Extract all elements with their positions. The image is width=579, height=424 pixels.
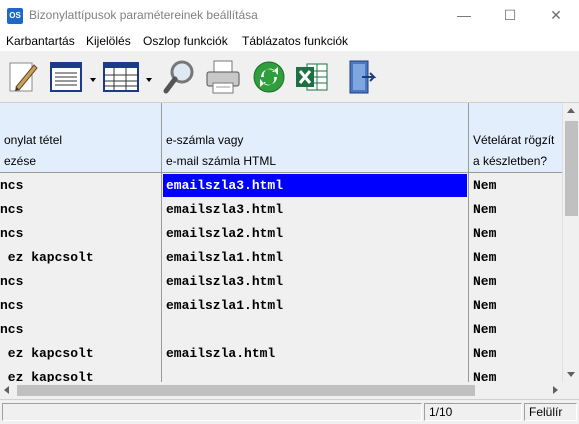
exit-door-icon[interactable] — [342, 57, 380, 97]
cell-e-szamla[interactable]: emailszla2.html — [163, 222, 467, 246]
table-row[interactable]: ncs emailszla1.html Nem — [0, 294, 562, 318]
cell-e-szamla[interactable]: emailszla3.html — [163, 270, 467, 294]
table-row[interactable]: ncs emailszla2.html Nem — [0, 222, 562, 246]
cell-bizonylat-tetel[interactable]: ncs — [0, 198, 160, 222]
cell-bizonylat-tetel[interactable]: ez kapcsolt — [0, 366, 160, 382]
maximize-button[interactable]: ☐ — [487, 0, 533, 31]
print-icon[interactable] — [204, 57, 242, 97]
column-header-bizonylat-tetel[interactable]: onylat tétel ezése — [0, 103, 162, 173]
cell-vetelar[interactable]: Nem — [470, 294, 562, 318]
table-row[interactable]: ncs emailszla3.html Nem — [0, 174, 562, 198]
menu-oszlop-funkciok[interactable]: Oszlop funkciók — [143, 34, 228, 48]
data-grid: onylat tétel ezése e-számla vagy e-mail … — [0, 103, 562, 382]
title-bar: OS Bizonylattípusok paramétereinek beáll… — [0, 0, 579, 31]
cell-e-szamla[interactable]: emailszla3.html — [163, 174, 467, 197]
cell-bizonylat-tetel[interactable]: ncs — [0, 270, 160, 294]
menu-bar: Karbantartás Kijelölés Oszlop funkciók T… — [0, 31, 579, 51]
cell-bizonylat-tetel[interactable]: ez kapcsolt — [0, 342, 160, 366]
status-message — [2, 403, 422, 421]
cell-vetelar[interactable]: Nem — [470, 246, 562, 270]
header-line: ezése — [4, 154, 37, 168]
cell-bizonylat-tetel[interactable]: ncs — [0, 222, 160, 246]
table-row[interactable]: ncs emailszla3.html Nem — [0, 198, 562, 222]
cell-vetelar[interactable]: Nem — [470, 318, 562, 342]
table-row[interactable]: ez kapcsolt Nem — [0, 366, 562, 382]
app-icon: OS — [7, 8, 23, 24]
menu-kijeloles[interactable]: Kijelölés — [86, 34, 131, 48]
header-line: e-mail számla HTML — [166, 154, 277, 168]
table-view-icon[interactable] — [102, 57, 140, 97]
header-line: e-számla vagy — [166, 133, 244, 147]
cell-bizonylat-tetel[interactable]: ncs — [0, 318, 160, 342]
cell-e-szamla[interactable]: emailszla1.html — [163, 294, 467, 318]
header-line: a készletben? — [473, 154, 548, 168]
cell-vetelar[interactable]: Nem — [470, 366, 562, 382]
cell-e-szamla[interactable]: emailszla.html — [163, 342, 467, 366]
minimize-button[interactable]: — — [441, 0, 487, 31]
toolbar — [0, 52, 579, 103]
record-counter: 1/10 — [424, 403, 522, 421]
cell-bizonylat-tetel[interactable]: ncs — [0, 174, 160, 198]
form-view-icon[interactable] — [48, 57, 86, 97]
menu-tablazatos-funkciok[interactable]: Táblázatos funkciók — [242, 34, 348, 48]
header-line: onylat tétel — [4, 133, 63, 147]
cell-vetelar[interactable]: Nem — [470, 270, 562, 294]
edit-pencil-icon[interactable] — [4, 57, 42, 97]
refresh-icon[interactable] — [250, 57, 288, 97]
table-view-dropdown-icon[interactable] — [145, 72, 153, 82]
table-row[interactable]: ez kapcsolt emailszla.html Nem — [0, 342, 562, 366]
cell-e-szamla[interactable]: emailszla3.html — [163, 198, 467, 222]
cell-vetelar[interactable]: Nem — [470, 174, 562, 198]
excel-export-icon[interactable] — [293, 57, 331, 97]
cell-bizonylat-tetel[interactable]: ncs — [0, 294, 160, 318]
cell-bizonylat-tetel[interactable]: ez kapcsolt — [0, 246, 160, 270]
cell-vetelar[interactable]: Nem — [470, 222, 562, 246]
table-row[interactable]: ncs Nem — [0, 318, 562, 342]
table-row[interactable]: ez kapcsolt emailszla1.html Nem — [0, 246, 562, 270]
vertical-scrollbar[interactable] — [562, 103, 579, 382]
window-title: Bizonylattípusok paramétereinek beállítá… — [29, 8, 258, 22]
edit-mode: Felülír — [524, 403, 577, 421]
cell-e-szamla[interactable] — [163, 318, 467, 342]
column-header-vetelar[interactable]: Vételárat rögzít a készletben? — [469, 103, 562, 173]
cell-vetelar[interactable]: Nem — [470, 342, 562, 366]
cell-e-szamla[interactable] — [163, 366, 467, 382]
menu-karbantartas[interactable]: Karbantartás — [6, 34, 75, 48]
close-button[interactable]: ✕ — [533, 0, 579, 31]
column-header-e-szamla[interactable]: e-számla vagy e-mail számla HTML — [162, 103, 469, 173]
table-row[interactable]: ncs emailszla3.html Nem — [0, 270, 562, 294]
status-bar: 1/10 Felülír — [0, 399, 579, 424]
search-magnifier-icon[interactable] — [161, 57, 199, 97]
form-view-dropdown-icon[interactable] — [89, 72, 97, 82]
cell-vetelar[interactable]: Nem — [470, 198, 562, 222]
cell-e-szamla[interactable]: emailszla1.html — [163, 246, 467, 270]
header-line: Vételárat rögzít — [473, 133, 555, 147]
horizontal-scrollbar[interactable] — [0, 382, 579, 399]
